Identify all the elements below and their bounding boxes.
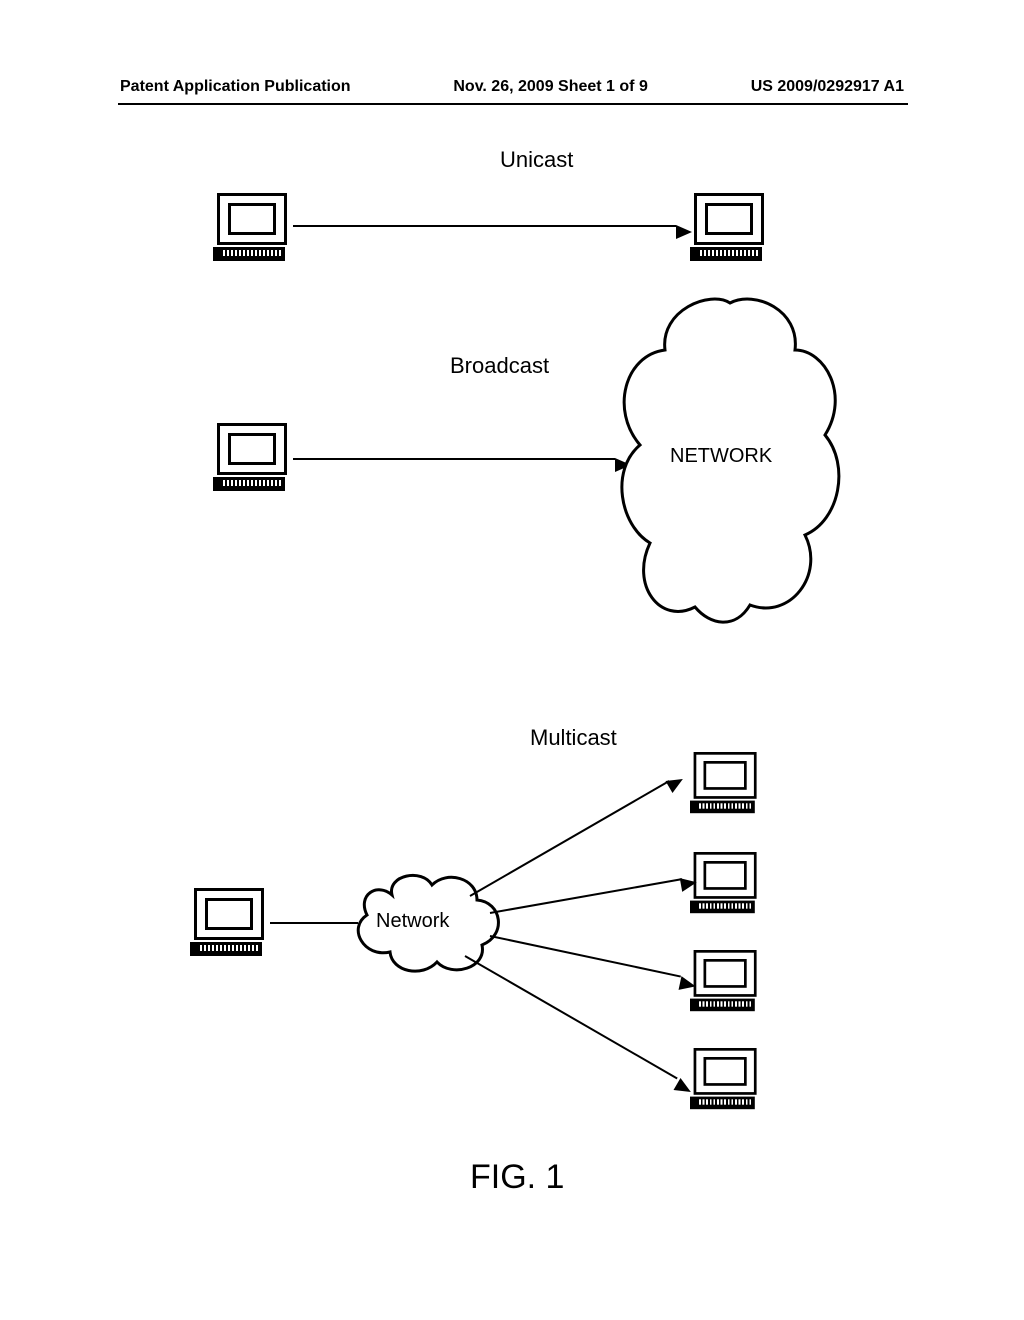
header-center: Nov. 26, 2009 Sheet 1 of 9 xyxy=(453,78,647,96)
figure-caption: FIG. 1 xyxy=(470,1158,564,1197)
monitor-icon xyxy=(217,193,287,245)
connector-line xyxy=(270,922,358,924)
arrow-line xyxy=(490,935,681,977)
keyboard-icon xyxy=(690,999,755,1012)
computer-icon xyxy=(690,950,760,1013)
computer-icon xyxy=(690,852,760,915)
header-right: US 2009/0292917 A1 xyxy=(751,78,904,96)
computer-icon xyxy=(190,888,268,958)
arrow-line xyxy=(465,955,678,1079)
computer-icon xyxy=(690,752,760,815)
computer-icon xyxy=(690,193,768,263)
monitor-icon xyxy=(194,888,264,940)
header-left: Patent Application Publication xyxy=(120,78,351,96)
keyboard-icon xyxy=(690,901,755,914)
monitor-icon xyxy=(694,752,757,799)
keyboard-icon xyxy=(213,477,285,491)
keyboard-icon xyxy=(213,247,285,261)
computer-icon xyxy=(213,423,291,493)
label-unicast: Unicast xyxy=(500,147,573,173)
network-cloud-large-label: NETWORK xyxy=(670,445,772,468)
network-cloud-small-label: Network xyxy=(376,910,449,933)
arrowhead-icon xyxy=(676,225,692,239)
keyboard-icon xyxy=(690,1097,755,1110)
arrowhead-icon xyxy=(680,875,698,892)
keyboard-icon xyxy=(190,942,262,956)
arrowhead-icon xyxy=(679,976,698,993)
computer-icon xyxy=(213,193,291,263)
monitor-icon xyxy=(694,1048,757,1095)
page: Patent Application Publication Nov. 26, … xyxy=(0,0,1024,1320)
page-header: Patent Application Publication Nov. 26, … xyxy=(120,78,904,96)
arrow-line xyxy=(293,458,615,460)
arrowhead-icon xyxy=(666,773,687,793)
monitor-icon xyxy=(694,852,757,899)
keyboard-icon xyxy=(690,247,762,261)
keyboard-icon xyxy=(690,801,755,814)
label-multicast: Multicast xyxy=(530,725,617,751)
monitor-icon xyxy=(694,950,757,997)
label-broadcast: Broadcast xyxy=(450,353,549,379)
arrow-line xyxy=(293,225,676,227)
arrow-line xyxy=(470,780,670,897)
monitor-icon xyxy=(694,193,764,245)
arrow-line xyxy=(490,878,682,914)
computer-icon xyxy=(690,1048,760,1111)
monitor-icon xyxy=(217,423,287,475)
header-rule xyxy=(118,103,908,105)
